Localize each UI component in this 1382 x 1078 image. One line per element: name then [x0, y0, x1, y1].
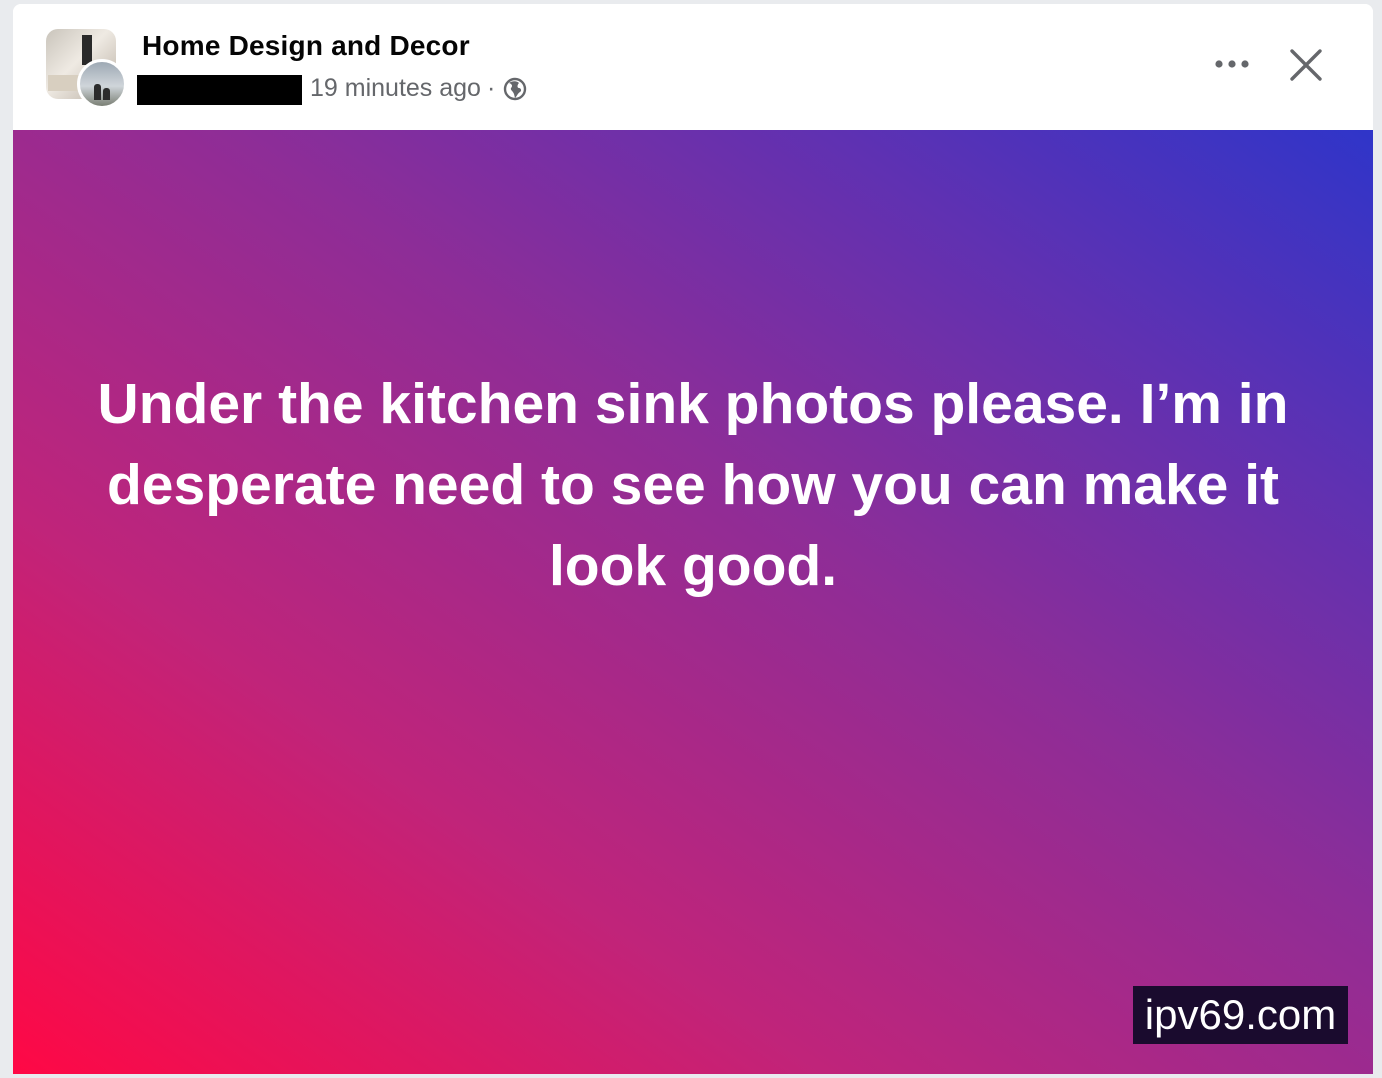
meta-separator: · [486, 74, 496, 102]
post-card: Home Design and Decor 19 minutes ago · U… [13, 4, 1373, 1074]
author-avatar[interactable] [77, 59, 127, 109]
avatar-figure [94, 84, 101, 100]
watermark: ipv69.com [1133, 986, 1348, 1044]
avatar-figure [103, 88, 110, 100]
close-button[interactable] [1281, 40, 1331, 90]
author-name-redacted [137, 75, 302, 105]
post-body-text: Under the kitchen sink photos please. I’… [97, 372, 1289, 598]
group-name-link[interactable]: Home Design and Decor [142, 30, 470, 62]
more-options-icon [1215, 60, 1249, 68]
post-timestamp[interactable]: 19 minutes ago [310, 74, 481, 103]
globe-icon[interactable] [503, 77, 527, 101]
more-options-button[interactable] [1208, 44, 1256, 84]
post-header: Home Design and Decor 19 minutes ago · [13, 4, 1373, 130]
close-icon [1290, 49, 1322, 81]
post-meta: 19 minutes ago · [310, 74, 527, 103]
